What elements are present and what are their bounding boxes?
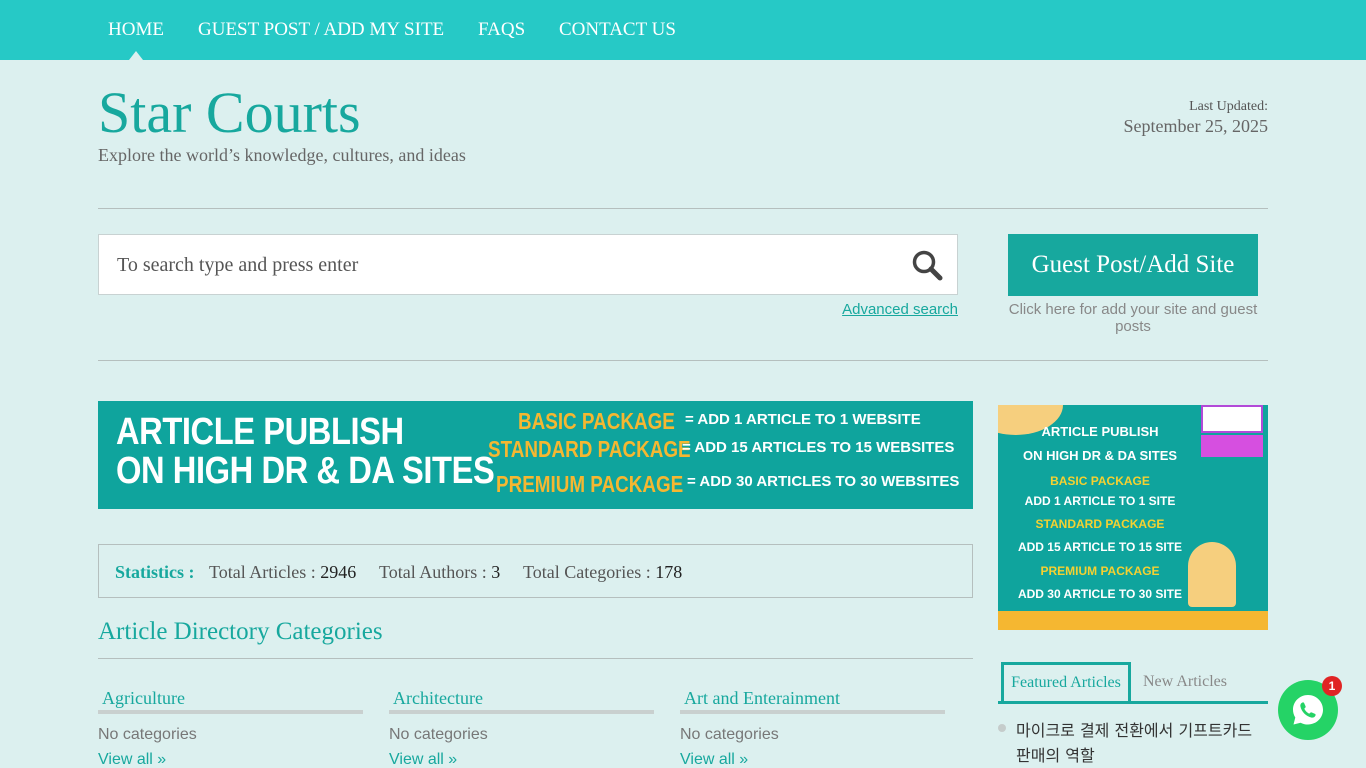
last-updated-date: September 25, 2025 xyxy=(1123,116,1268,136)
side-banner-package: BASIC PACKAGE xyxy=(1050,474,1150,488)
category-subtext: No categories xyxy=(389,726,488,743)
guest-post-button[interactable]: Guest Post/Add Site xyxy=(1008,234,1258,296)
whatsapp-icon xyxy=(1293,695,1323,725)
category-link-art-and-entertainment[interactable]: Art and Enterainment xyxy=(680,688,945,714)
total-articles-value: 2946 xyxy=(320,562,357,582)
nav-item-home[interactable]: HOME xyxy=(108,19,164,41)
side-banner-desc: ADD 30 ARTICLE TO 30 SITE xyxy=(1017,587,1183,601)
category-subtext: No categories xyxy=(680,726,779,743)
decorative-strip xyxy=(998,611,1268,630)
statistics-bar: Statistics : Total Articles : 2946 Total… xyxy=(98,544,973,598)
statistics-label: Statistics : xyxy=(115,562,195,582)
tab-featured-articles[interactable]: Featured Articles xyxy=(1001,662,1131,701)
category-card: Agriculture No categories View all » xyxy=(98,688,363,768)
site-tagline: Explore the world’s knowledge, cultures,… xyxy=(98,145,466,165)
top-navigation: HOME GUEST POST / ADD MY SITE FAQS CONTA… xyxy=(0,0,1366,60)
nav-item-contact-us[interactable]: CONTACT US xyxy=(559,19,676,41)
side-banner-title: ARTICLE PUBLISH xyxy=(1041,424,1159,439)
total-articles: Total Articles : 2946 xyxy=(209,562,356,583)
guest-post-note: Click here for add your site and guest p… xyxy=(1008,301,1258,335)
side-banner-package: STANDARD PACKAGE xyxy=(1035,517,1165,531)
category-subtext: No categories xyxy=(98,726,197,743)
view-all-link[interactable]: View all » xyxy=(680,751,945,768)
site-title[interactable]: Star Courts xyxy=(98,80,361,146)
search-placeholder: To search type and press enter xyxy=(117,254,359,276)
active-nav-indicator xyxy=(129,51,143,60)
side-banner-desc: ADD 1 ARTICLE TO 1 SITE xyxy=(1024,494,1176,508)
banner-title-line: ON HIGH DR & DA SITES xyxy=(116,450,495,492)
category-link-architecture[interactable]: Architecture xyxy=(389,688,654,714)
last-updated-label: Last Updated: xyxy=(1189,99,1268,114)
banner-package-desc: = ADD 15 ARTICLES TO 15 WEBSITES xyxy=(682,439,955,456)
search-icon[interactable] xyxy=(911,249,943,281)
monitor-illustration xyxy=(1201,405,1263,433)
total-categories: Total Categories : 178 xyxy=(523,562,682,583)
banner-package-desc: = ADD 30 ARTICLES TO 30 WEBSITES xyxy=(687,473,960,490)
total-categories-label: Total Categories : xyxy=(523,562,651,582)
article-tabs: Featured Articles New Articles xyxy=(998,662,1268,704)
category-link-agriculture[interactable]: Agriculture xyxy=(98,688,363,714)
nav-item-faqs[interactable]: FAQS xyxy=(478,19,525,41)
featured-article-link[interactable]: 마이크로 결제 전환에서 기프트카드 판매의 역할 xyxy=(1016,718,1268,768)
side-banner-desc: ADD 15 ARTICLE TO 15 SITE xyxy=(1017,540,1183,554)
banner-package-desc: = ADD 1 ARTICLE TO 1 WEBSITE xyxy=(685,411,921,428)
total-authors-value: 3 xyxy=(491,562,501,582)
bullet-icon xyxy=(998,724,1006,732)
total-categories-value: 178 xyxy=(655,562,683,582)
tab-new-articles[interactable]: New Articles xyxy=(1143,662,1227,701)
divider xyxy=(98,658,973,659)
banner-title: ARTICLE PUBLISH ON HIGH DR & DA SITES xyxy=(116,411,495,492)
banner-package-name: STANDARD PACKAGE xyxy=(488,436,691,462)
search-input[interactable]: To search type and press enter xyxy=(98,234,958,295)
nav-item-guest-post[interactable]: GUEST POST / ADD MY SITE xyxy=(198,19,444,41)
total-articles-label: Total Articles : xyxy=(209,562,316,582)
article-publish-banner[interactable]: ARTICLE PUBLISH ON HIGH DR & DA SITES BA… xyxy=(98,401,973,509)
side-banner-title: ON HIGH DR & DA SITES xyxy=(1022,448,1178,463)
advanced-search-link[interactable]: Advanced search xyxy=(842,301,958,318)
directory-title: Article Directory Categories xyxy=(98,618,383,645)
category-card: Architecture No categories View all » xyxy=(389,688,654,768)
divider xyxy=(98,360,1268,361)
notification-badge: 1 xyxy=(1322,676,1342,696)
total-authors-label: Total Authors : xyxy=(379,562,487,582)
total-authors: Total Authors : 3 xyxy=(379,562,500,583)
view-all-link[interactable]: View all » xyxy=(389,751,654,768)
banner-package-name: BASIC PACKAGE xyxy=(518,408,675,434)
banner-package-name: PREMIUM PACKAGE xyxy=(496,471,684,497)
category-card: Art and Enterainment No categories View … xyxy=(680,688,945,768)
view-all-link[interactable]: View all » xyxy=(98,751,363,768)
banner-title-line: ARTICLE PUBLISH xyxy=(116,411,404,453)
divider xyxy=(98,208,1268,209)
side-banner-package: PREMIUM PACKAGE xyxy=(1040,564,1160,578)
side-publish-banner[interactable]: ARTICLE PUBLISH ON HIGH DR & DA SITES BA… xyxy=(998,405,1268,630)
keyboard-illustration xyxy=(1201,435,1263,457)
